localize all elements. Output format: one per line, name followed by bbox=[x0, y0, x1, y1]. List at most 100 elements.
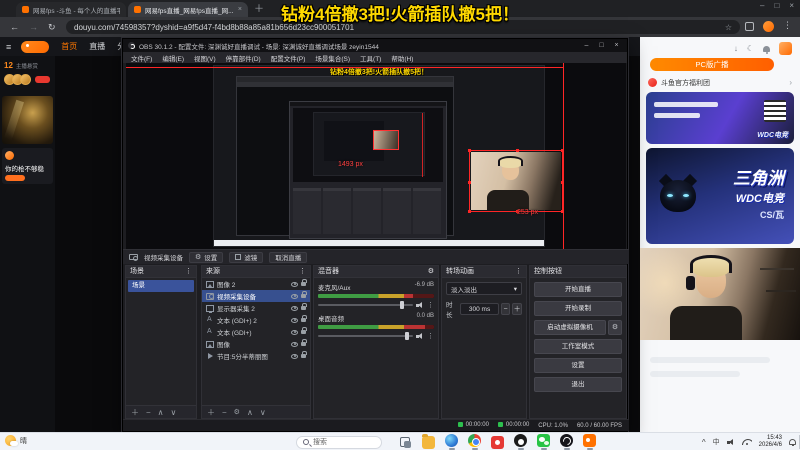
browser-menu-dots-icon[interactable]: ⋮ bbox=[783, 20, 792, 31]
panel-menu-icon[interactable]: ⋮ bbox=[515, 266, 522, 277]
transition-select[interactable]: 淡入淡出 ▾ bbox=[446, 282, 522, 295]
duration-minus-button[interactable]: − bbox=[500, 303, 511, 315]
exit-button[interactable]: 退出 bbox=[534, 377, 622, 392]
start-streaming-button[interactable]: 开始直播 bbox=[534, 282, 622, 297]
panel-menu-icon[interactable]: ⋮ bbox=[185, 266, 192, 277]
new-tab-button[interactable]: ＋ bbox=[254, 2, 264, 17]
lock-icon[interactable] bbox=[301, 303, 307, 310]
moon-icon[interactable]: ☾ bbox=[747, 44, 754, 53]
maximize-icon[interactable]: □ bbox=[596, 42, 607, 49]
drag-handle[interactable] bbox=[468, 181, 471, 184]
stream-card[interactable]: 你的枪不够稳 bbox=[2, 148, 53, 184]
menu-help[interactable]: 帮助(H) bbox=[386, 53, 418, 63]
eye-icon[interactable] bbox=[291, 293, 298, 299]
browser-tab-active[interactable]: 网易fps直播_网易fps直播_网... × bbox=[128, 2, 248, 17]
eye-icon[interactable] bbox=[291, 341, 298, 347]
clock[interactable]: 15:43 2026/4/6 bbox=[759, 435, 782, 449]
eye-icon[interactable] bbox=[291, 281, 298, 287]
edge-button[interactable] bbox=[440, 433, 463, 450]
hamburger-icon[interactable]: ≡ bbox=[6, 42, 11, 52]
virtual-camera-gear-icon[interactable]: ⚙ bbox=[608, 320, 622, 335]
cancel-stream-button[interactable]: 取消直播 bbox=[269, 251, 308, 263]
source-row[interactable]: 显示器采集 2 bbox=[202, 302, 310, 314]
source-selection-rect[interactable] bbox=[468, 149, 564, 213]
lock-icon[interactable] bbox=[301, 315, 307, 322]
up-icon[interactable]: ∧ bbox=[158, 408, 164, 417]
nav-live[interactable]: 直播 bbox=[89, 41, 105, 52]
start-recording-button[interactable]: 开始录制 bbox=[534, 301, 622, 316]
gear-icon[interactable]: ⚙ bbox=[234, 408, 240, 416]
source-row[interactable]: 图像 bbox=[202, 338, 310, 350]
plus-icon[interactable]: ＋ bbox=[207, 407, 215, 418]
nav-home[interactable]: 首页 bbox=[61, 41, 77, 52]
wechat-button[interactable] bbox=[532, 433, 555, 450]
lock-icon[interactable] bbox=[301, 279, 307, 286]
menu-file[interactable]: 文件(F) bbox=[126, 53, 157, 63]
taskbar-search[interactable]: 搜索 bbox=[296, 435, 382, 449]
promo-card-art[interactable] bbox=[2, 96, 53, 144]
minimize-icon[interactable]: – bbox=[581, 42, 592, 49]
pc-client-button[interactable]: PC版广播 bbox=[650, 58, 774, 71]
douyu-button[interactable] bbox=[578, 433, 601, 450]
brand-panel-small[interactable]: WDC电竞 bbox=[646, 92, 794, 144]
plus-icon[interactable]: ＋ bbox=[131, 407, 139, 418]
task-view-button[interactable] bbox=[394, 433, 417, 450]
brand-panel-large[interactable]: 三角洲 WDC电竞 CS/瓦 bbox=[646, 148, 794, 244]
welfare-row[interactable]: 斗鱼官方福利团 › bbox=[648, 76, 792, 89]
rank-row[interactable]: 12 主播悬赏 bbox=[0, 56, 55, 70]
down-icon[interactable]: ∨ bbox=[260, 408, 266, 417]
window-minimize-icon[interactable]: – bbox=[760, 1, 764, 10]
tray-expand-icon[interactable]: ^ bbox=[702, 438, 706, 447]
virtual-camera-button[interactable]: 启动虚拟摄像机 bbox=[534, 320, 606, 335]
duration-plus-button[interactable]: ＋ bbox=[512, 303, 522, 315]
lock-icon[interactable] bbox=[301, 327, 307, 334]
slider-knob[interactable] bbox=[399, 301, 404, 309]
duration-value[interactable]: 300 ms bbox=[460, 303, 499, 315]
mic-volume-slider[interactable] bbox=[318, 301, 413, 309]
browser-tab[interactable]: 网易fps -斗鱼 - 每个人的直播平台 bbox=[16, 2, 126, 17]
source-row-selected[interactable]: 视频采集设备 bbox=[202, 290, 310, 302]
gear-icon[interactable]: ⚙ bbox=[428, 266, 434, 277]
settings-button[interactable]: ⚙ 设置 bbox=[189, 251, 224, 263]
file-explorer-button[interactable] bbox=[417, 433, 440, 450]
filters-button[interactable]: 滤镜 bbox=[229, 251, 264, 263]
drag-handle[interactable] bbox=[468, 149, 471, 152]
lock-icon[interactable] bbox=[301, 291, 307, 298]
browser-profile-avatar[interactable] bbox=[763, 21, 774, 32]
bell-icon[interactable] bbox=[763, 45, 770, 54]
volume-icon[interactable] bbox=[726, 438, 735, 446]
minus-icon[interactable]: − bbox=[146, 408, 151, 417]
panel-menu-icon[interactable]: ⋮ bbox=[299, 266, 306, 277]
tab-close-icon[interactable]: × bbox=[238, 6, 242, 13]
source-row[interactable]: 文本 (GDI+) bbox=[202, 326, 310, 338]
desktop-volume-slider[interactable] bbox=[318, 332, 413, 340]
user-avatar[interactable] bbox=[779, 42, 792, 55]
obs-title-bar[interactable]: OBS 30.1.2 - 配置文件: 深渊诚好直播调试 - 场景: 深渊诚好直播… bbox=[123, 39, 627, 52]
eye-icon[interactable] bbox=[291, 317, 298, 323]
settings-button[interactable]: 设置 bbox=[534, 358, 622, 373]
source-row[interactable]: 图像 2 bbox=[202, 278, 310, 290]
wifi-icon[interactable] bbox=[741, 439, 752, 445]
channel-menu-icon[interactable]: ⋮ bbox=[427, 332, 434, 340]
bookmark-star-icon[interactable]: ☆ bbox=[725, 23, 732, 32]
source-row[interactable]: 节目:5分半蒂丽图 bbox=[202, 350, 310, 362]
drag-handle[interactable] bbox=[468, 210, 471, 213]
menu-tools[interactable]: 工具(T) bbox=[355, 53, 386, 63]
back-icon[interactable]: ← bbox=[10, 22, 19, 32]
menu-view[interactable]: 视图(V) bbox=[189, 53, 221, 63]
chrome-button[interactable] bbox=[463, 433, 486, 450]
speaker-icon[interactable] bbox=[416, 332, 424, 340]
eye-icon[interactable] bbox=[291, 329, 298, 335]
lock-icon[interactable] bbox=[301, 351, 307, 358]
source-row[interactable]: 文本 (GDI+) 2 bbox=[202, 314, 310, 326]
qq-button[interactable] bbox=[509, 433, 532, 450]
ime-indicator[interactable]: 中 bbox=[713, 437, 720, 447]
douyu-logo[interactable] bbox=[21, 40, 50, 53]
eye-icon[interactable] bbox=[291, 353, 298, 359]
refresh-icon[interactable]: ↻ bbox=[48, 22, 56, 33]
window-close-icon[interactable]: × bbox=[789, 1, 794, 10]
notification-bell-icon[interactable] bbox=[789, 439, 796, 446]
weather-widget[interactable]: 晴 bbox=[5, 435, 27, 446]
extensions-icon[interactable] bbox=[745, 22, 754, 31]
obs-button[interactable] bbox=[555, 433, 578, 450]
